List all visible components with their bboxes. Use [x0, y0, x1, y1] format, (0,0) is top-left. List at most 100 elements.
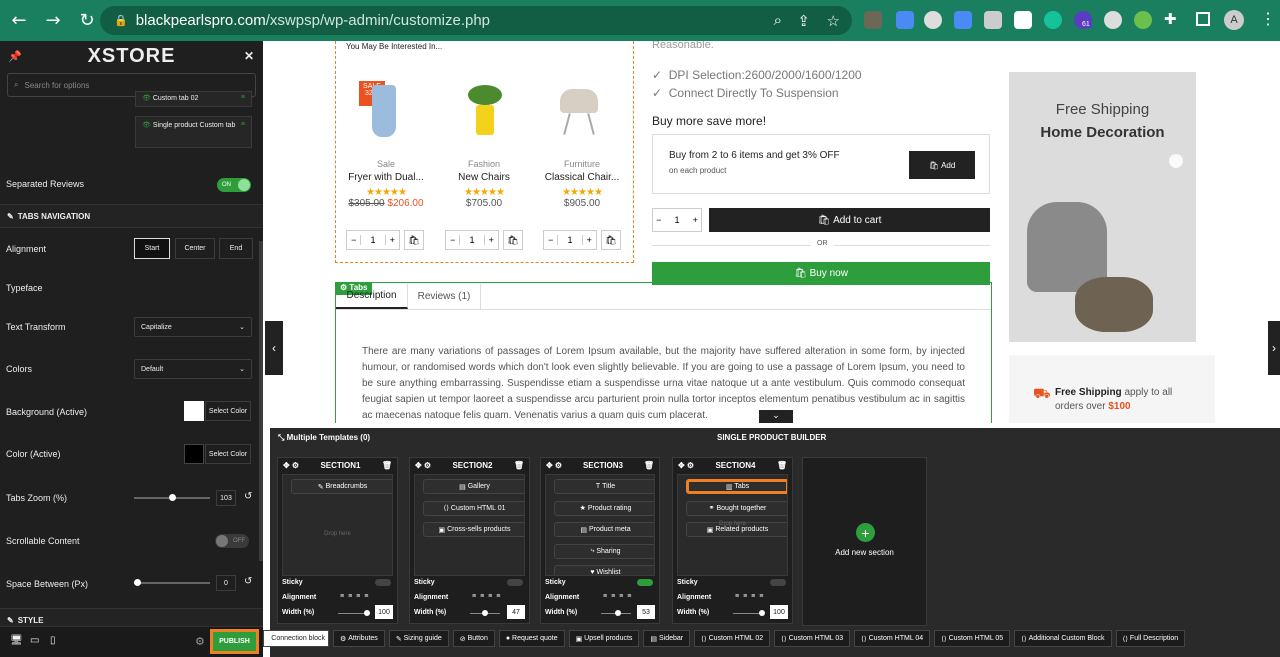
quantity-stepper[interactable]: −1 + — [445, 230, 499, 250]
tabs-zoom-input[interactable]: 103 — [216, 490, 236, 506]
width-slider[interactable] — [733, 610, 765, 616]
drop-zone[interactable]: ▤ Gallery ⟨⟩ Custom HTML 01 ▣ Cross-sells … — [414, 474, 525, 576]
drop-zone[interactable]: T Title ★ Product rating ▤ Product meta ⤷ S… — [545, 474, 655, 576]
trash-icon[interactable]: 🗑 — [382, 461, 392, 470]
drop-zone[interactable]: ✎ Breadcrumbs Drop here — [282, 474, 393, 576]
width-slider[interactable] — [601, 610, 631, 616]
minus-icon[interactable]: − — [544, 235, 557, 245]
move-icon[interactable]: ✥ ⚙ — [678, 461, 694, 470]
reset-icon[interactable]: ↺ — [244, 576, 252, 587]
drag-icon[interactable]: ≡ — [241, 121, 245, 128]
slider-handle[interactable] — [614, 610, 621, 616]
sticky-toggle[interactable] — [637, 579, 653, 586]
width-input[interactable]: 100 — [375, 605, 393, 619]
builder-block[interactable]: ⚭ Bought together — [686, 500, 787, 516]
add-to-cart-icon-button[interactable]: 🛍 — [404, 230, 424, 250]
width-input[interactable]: 100 — [770, 605, 788, 619]
extension-icon[interactable] — [1134, 11, 1152, 29]
close-icon[interactable]: ✕ — [244, 49, 255, 63]
builder-block[interactable]: ▣ Cross-sells products — [423, 522, 524, 537]
slider-handle[interactable] — [134, 579, 141, 586]
reload-icon[interactable]: ↻ — [70, 10, 104, 31]
product-image[interactable] — [372, 85, 396, 137]
builder-block[interactable]: ▤ Gallery — [423, 479, 524, 494]
align-center-button[interactable]: Center — [175, 238, 215, 259]
add-new-section-card[interactable]: + Add new section — [802, 457, 927, 626]
slider-handle[interactable] — [364, 610, 370, 616]
block-library-tab[interactable]: ⟨⟩ Custom HTML 03 — [774, 630, 851, 647]
alignment-icons[interactable]: ≡≡≡≡ — [603, 593, 635, 600]
minus-icon[interactable]: − — [653, 215, 665, 225]
block-library-tab[interactable]: ⊘ Button — [452, 630, 495, 647]
product-image[interactable] — [464, 85, 506, 137]
width-slider[interactable] — [338, 610, 370, 616]
block-library-tab[interactable]: ⟨⟩ Custom HTML 02 — [694, 630, 771, 647]
minus-icon[interactable]: − — [347, 235, 360, 245]
plus-icon[interactable]: + — [583, 235, 596, 245]
bundle-add-button[interactable]: 🛍 Add — [909, 151, 975, 179]
extension-icon[interactable] — [1104, 11, 1122, 29]
quantity-stepper[interactable]: −1 + — [543, 230, 597, 250]
extension-icon[interactable] — [864, 11, 882, 29]
share-icon[interactable]: ⇪ — [797, 12, 810, 30]
extensions-puzzle-icon[interactable]: ✚ — [1164, 10, 1177, 28]
pin-icon[interactable]: 📌 — [8, 50, 23, 63]
slider-handle[interactable] — [169, 494, 176, 501]
sticky-toggle[interactable] — [507, 579, 523, 586]
builder-section-card[interactable]: ✥ ⚙ SECTION4 🗑 ▥ Tabs ⚭ Bought together ▣ Rel… — [672, 457, 793, 624]
desktop-icon[interactable]: 🖥 — [10, 635, 23, 646]
product-card[interactable]: Furniture Classical Chair... ★★★★★ $905.… — [537, 159, 627, 209]
space-between-input[interactable]: 0 — [216, 575, 236, 591]
move-icon[interactable]: ✥ ⚙ — [415, 461, 431, 470]
product-name[interactable]: Classical Chair... — [537, 172, 627, 183]
move-icon[interactable]: ✥ ⚙ — [283, 461, 299, 470]
align-end-button[interactable]: End — [219, 238, 253, 259]
product-name[interactable]: Fryer with Dual... — [341, 172, 431, 183]
slider-handle[interactable] — [482, 610, 489, 616]
mobile-icon[interactable]: ▯ — [50, 635, 56, 646]
address-bar[interactable]: 🔒 blackpearlspro.com/xswpsp/wp-admin/cus… — [100, 6, 852, 35]
block-library-tab[interactable]: ⟨⟩ Custom HTML 04 — [854, 630, 931, 647]
sticky-toggle[interactable] — [375, 579, 391, 586]
align-start-button[interactable]: Start — [134, 238, 170, 259]
eye-icon[interactable]: 👁 — [142, 95, 151, 102]
space-between-slider[interactable] — [134, 579, 210, 586]
zoom-icon[interactable]: ⌕ — [774, 12, 782, 29]
tabs-element[interactable]: ⚙ Tabs Description Reviews (1) There are… — [335, 282, 992, 423]
gear-icon[interactable]: ⚙ — [195, 635, 205, 648]
expand-button[interactable]: ⌄ — [759, 410, 793, 423]
width-input[interactable]: 53 — [637, 605, 655, 619]
color-select-color-button[interactable]: Select Color — [205, 444, 251, 464]
product-card[interactable]: Fashion New Chairs ★★★★★ $705.00 — [439, 159, 529, 209]
eye-icon[interactable]: 👁 — [142, 122, 151, 129]
collapse-sidebar-button[interactable]: ‹ — [265, 321, 283, 375]
menu-kebab-icon[interactable]: ⋮ — [1260, 9, 1276, 29]
camera-icon[interactable] — [984, 11, 1002, 29]
block-library-tab[interactable]: ⚙ Attributes — [333, 630, 385, 647]
grammarly-icon[interactable] — [1044, 11, 1062, 29]
block-library-tab[interactable]: ⟨⟩ Custom HTML 05 — [934, 630, 1011, 647]
next-arrow-button[interactable]: › — [1268, 321, 1280, 375]
colors-select[interactable]: Default ⌄ — [134, 359, 252, 379]
move-icon[interactable]: ✥ ⚙ — [546, 461, 562, 470]
drag-icon[interactable]: ≡ — [241, 94, 245, 101]
block-library-tab[interactable]: ✎ Sizing guide — [388, 630, 449, 647]
builder-block[interactable]: ▥ Tabs — [686, 479, 787, 494]
quantity-stepper[interactable]: −1 + — [346, 230, 400, 250]
translate-icon[interactable] — [954, 11, 972, 29]
add-to-cart-icon-button[interactable]: 🛍 — [601, 230, 621, 250]
add-to-cart-icon-button[interactable]: 🛍 — [503, 230, 523, 250]
trash-icon[interactable]: 🗑 — [644, 461, 654, 470]
forward-icon[interactable]: → — [36, 10, 70, 31]
reset-icon[interactable]: ↺ — [244, 491, 252, 502]
product-image[interactable] — [558, 85, 600, 137]
bg-select-color-button[interactable]: Select Color — [205, 401, 251, 421]
block-library-tab[interactable]: ⟨⟩ Additional Custom Block — [1014, 630, 1112, 647]
tablet-icon[interactable]: ▭ — [30, 635, 39, 646]
multiple-templates[interactable]: ⤡ Multiple Templates (0) — [278, 433, 370, 443]
publish-button[interactable]: PUBLISH — [210, 629, 259, 654]
add-section-plus-icon[interactable]: + — [856, 523, 875, 542]
minus-icon[interactable]: − — [446, 235, 459, 245]
custom-tab-item[interactable]: 👁 Custom tab 02 ≡ — [135, 91, 252, 107]
extension-icon[interactable] — [896, 11, 914, 29]
